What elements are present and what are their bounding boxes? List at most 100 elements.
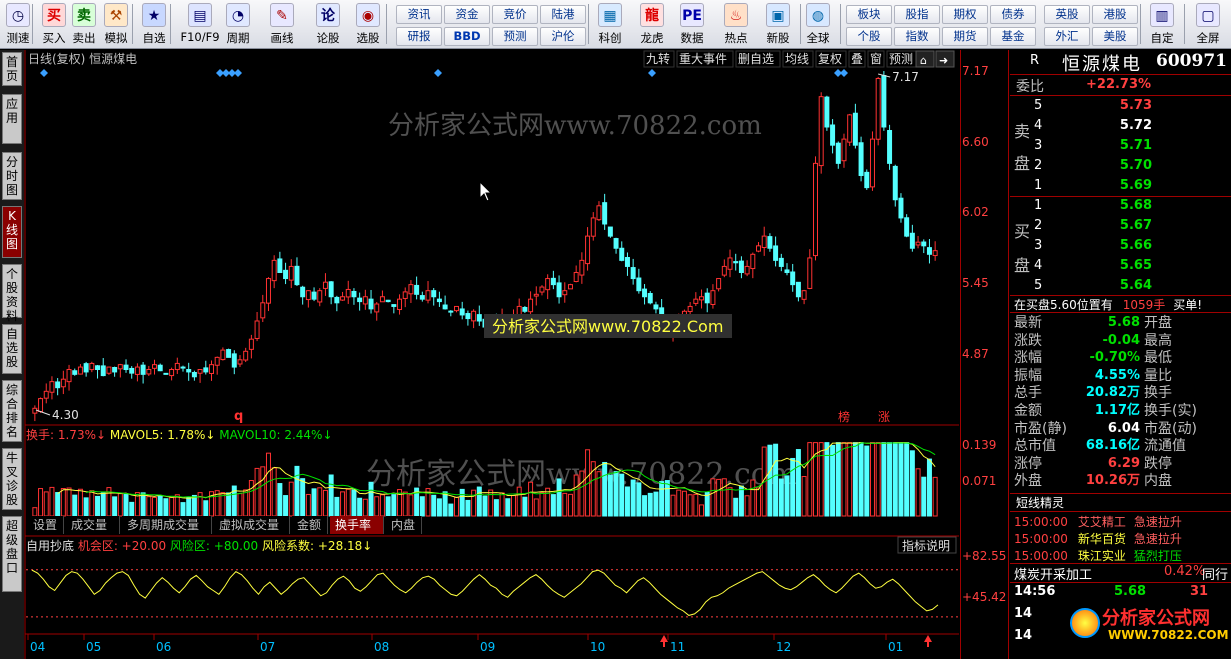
- toolbar-buy-button[interactable]: 买买入: [38, 3, 70, 47]
- short-line-row[interactable]: 15:00:00 新华百货 急速拉升: [1014, 530, 1182, 547]
- buy-level-row[interactable]: 1 5.68: [1010, 196, 1231, 216]
- quick-button[interactable]: 美股: [1092, 27, 1138, 46]
- chart-header-button[interactable]: 预测: [886, 50, 918, 68]
- toolbar-kechuang-button[interactable]: ▦ 科创: [594, 3, 626, 47]
- left-nav-tab-8[interactable]: 超级盘口: [2, 516, 22, 592]
- volume-bar: [516, 486, 522, 517]
- toolbar-new-stock-button[interactable]: ▣ 新股: [762, 3, 794, 47]
- volume-bar: [642, 495, 648, 517]
- left-nav-tab-1[interactable]: 应用: [2, 94, 22, 144]
- toolbar-hot-button[interactable]: ♨ 热点: [720, 3, 752, 47]
- toolbar-custom-button[interactable]: ▥ 自定: [1146, 3, 1178, 47]
- quick-button[interactable]: 股指: [894, 5, 940, 24]
- buy-level-row[interactable]: 2 5.67: [1010, 216, 1231, 236]
- stat-label: 外盘: [1014, 473, 1042, 490]
- left-nav-tab-7[interactable]: 牛叉诊股: [2, 448, 22, 510]
- chart-header-button[interactable]: 复权: [815, 50, 847, 68]
- toolbar-dragon-tiger-button[interactable]: 龍龙虎: [636, 3, 668, 47]
- indicator-tab[interactable]: 换手率: [330, 516, 384, 534]
- chart-header-button[interactable]: 叠: [848, 50, 866, 68]
- toolbar-star-button[interactable]: ★ 自选: [138, 3, 170, 47]
- quick-button[interactable]: 指数: [894, 27, 940, 46]
- toolbar-discuss-button[interactable]: 论论股: [312, 3, 344, 47]
- volume-bar: [909, 450, 915, 517]
- kline-chart-area[interactable]: 日线(复权) 恒源煤电 九转 重大事件 删自选 均线 复权叠窗预测 ⌂ ➜ 7.17 4.30 q 榜…: [24, 50, 1010, 659]
- volume-bar: [693, 493, 699, 517]
- peer-button[interactable]: 同行: [1202, 564, 1228, 583]
- chart-header-button[interactable]: 删自选: [735, 50, 781, 68]
- volume-bar: [163, 498, 169, 517]
- toolbar-sell-button[interactable]: 卖卖出: [68, 3, 100, 47]
- toolbar-pe-button[interactable]: PE 数据: [676, 3, 708, 47]
- volume-bar: [471, 489, 477, 517]
- quick-button[interactable]: 港股: [1092, 5, 1138, 24]
- indicator-tab[interactable]: 虚拟成交量: [214, 516, 290, 534]
- candle: [607, 226, 613, 238]
- quick-button[interactable]: 竞价: [492, 5, 538, 24]
- volume-bar: [89, 490, 95, 517]
- buy-level-row[interactable]: 3 5.66: [1010, 236, 1231, 256]
- kline-chart-svg[interactable]: 日线(复权) 恒源煤电 九转 重大事件 删自选 均线 复权叠窗预测 ⌂ ➜ 7.17 4.30 q 榜…: [24, 50, 1010, 659]
- quick-button[interactable]: 预测: [492, 27, 538, 46]
- toolbar-fullscreen-button[interactable]: ▢ 全屏: [1192, 3, 1224, 47]
- left-nav-tab-6[interactable]: 综合排名: [2, 380, 22, 442]
- chart-header-button[interactable]: 均线: [782, 50, 814, 68]
- indicator-help-button[interactable]: 指标说明: [897, 536, 957, 554]
- chart-header-button[interactable]: 九转: [643, 50, 675, 68]
- quick-button[interactable]: 期权: [942, 5, 988, 24]
- quick-button[interactable]: 研报: [396, 27, 442, 46]
- high-price-label: 7.17: [892, 70, 919, 84]
- quick-button[interactable]: 外汇: [1044, 27, 1090, 46]
- left-nav-tab-5[interactable]: 自选股: [2, 324, 22, 374]
- left-nav-tab-0[interactable]: 首页: [2, 52, 22, 86]
- sell-level-row[interactable]: 1 5.69: [1010, 176, 1231, 196]
- indicator-tab[interactable]: 成交量: [66, 516, 120, 534]
- sell-level-row[interactable]: 4 5.72: [1010, 116, 1231, 136]
- sell-level-row[interactable]: 3 5.71: [1010, 136, 1231, 156]
- short-line-row[interactable]: 15:00:00 艾艾精工 急速拉升: [1014, 513, 1182, 530]
- volume-bar: [653, 491, 659, 517]
- quick-button[interactable]: 陆港: [540, 5, 586, 24]
- toolbar-globe-button[interactable]: ◍ 全球: [802, 3, 834, 47]
- indicator-tab[interactable]: 金额: [292, 516, 328, 534]
- stat-value: 4.55%: [1094, 367, 1140, 383]
- indicator-tab[interactable]: 多周期成交量: [122, 516, 212, 534]
- svg-text:均线: 均线: [785, 52, 809, 66]
- left-nav-tab-2[interactable]: 分时图: [2, 152, 22, 200]
- quick-button[interactable]: 英股: [1044, 5, 1090, 24]
- toolbar-cycle-button[interactable]: ◔ 周期: [222, 3, 254, 47]
- svg-text:叠: 叠: [851, 52, 863, 66]
- quick-button[interactable]: 债券: [990, 5, 1036, 24]
- volume-bar: [100, 492, 106, 517]
- quick-button[interactable]: 资金: [444, 5, 490, 24]
- sell-level-row[interactable]: 5 5.73: [1010, 96, 1231, 116]
- quick-button[interactable]: BBD: [444, 27, 490, 46]
- chart-header-button[interactable]: 重大事件: [676, 50, 734, 68]
- quick-button[interactable]: 期货: [942, 27, 988, 46]
- indicator-tab[interactable]: 设置: [28, 516, 64, 534]
- volume-bar: [915, 468, 921, 517]
- quick-button[interactable]: 资讯: [396, 5, 442, 24]
- toolbar-f10-button[interactable]: ▤ F10/F9: [180, 3, 220, 47]
- svg-text:九转: 九转: [646, 51, 670, 66]
- short-line-row[interactable]: 15:00:00 珠江实业 猛烈打压: [1014, 547, 1182, 564]
- quick-button[interactable]: 个股: [846, 27, 892, 46]
- chart-header-button[interactable]: 窗: [867, 50, 885, 68]
- quick-button[interactable]: 板块: [846, 5, 892, 24]
- buy-level-row[interactable]: 4 5.65: [1010, 256, 1231, 276]
- quick-button[interactable]: 基金: [990, 27, 1036, 46]
- toolbar-clock-button[interactable]: ◷ 测速: [2, 3, 34, 47]
- svg-text:指标说明: 指标说明: [902, 538, 950, 553]
- toolbar-pen-button[interactable]: ✎ 画线: [266, 3, 298, 47]
- left-nav-tab-3[interactable]: K线图: [2, 206, 22, 258]
- volume-bar: [459, 488, 465, 517]
- toolbar-label: 全球: [806, 31, 830, 45]
- buy-level-row[interactable]: 5 5.64: [1010, 276, 1231, 296]
- level-number: 1: [1034, 198, 1043, 213]
- indicator-tab[interactable]: 内盘: [386, 516, 422, 534]
- left-nav-tab-4[interactable]: 个股资料: [2, 264, 22, 323]
- toolbar-hammer-button[interactable]: ⚒ 模拟: [100, 3, 132, 47]
- toolbar-select-button[interactable]: ◉ 选股: [352, 3, 384, 47]
- sell-level-row[interactable]: 2 5.70: [1010, 156, 1231, 176]
- quick-button[interactable]: 沪伦: [540, 27, 586, 46]
